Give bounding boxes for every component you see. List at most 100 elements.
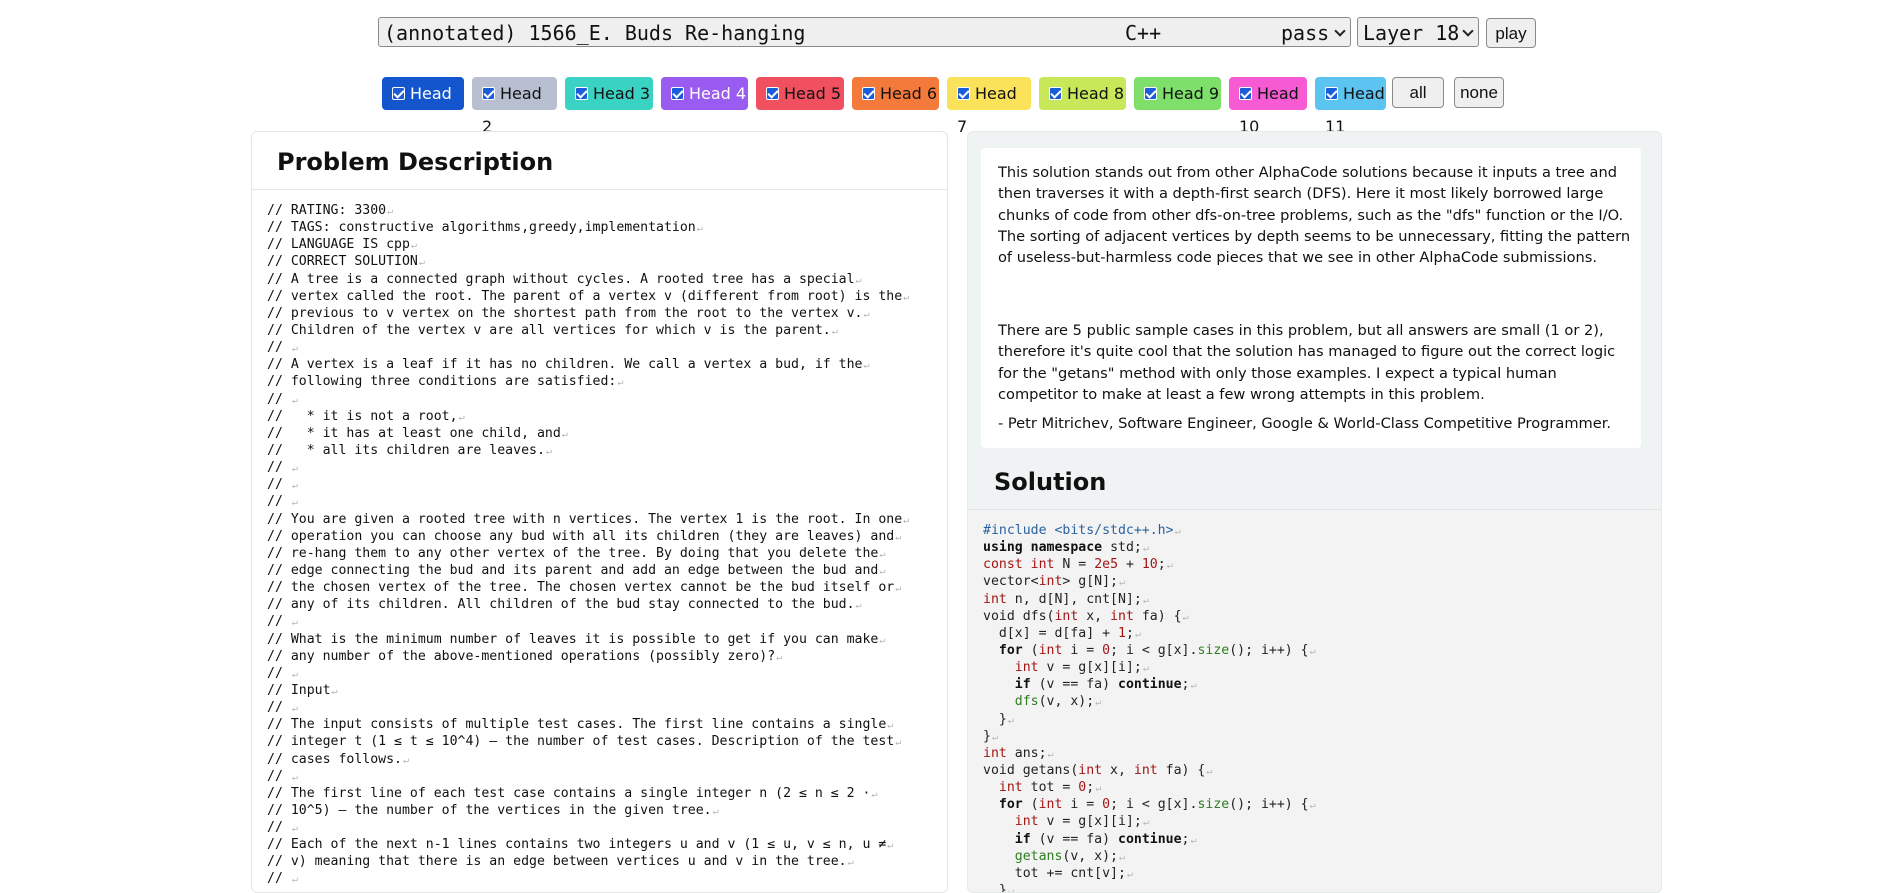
problem-line: // The first line of each test case cont… xyxy=(267,785,937,802)
commentary-signature: - Petr Mitrichev, Software Engineer, Goo… xyxy=(998,415,1612,432)
checkbox-checked-icon[interactable] xyxy=(671,87,684,100)
solution-heading: Solution xyxy=(994,468,1107,496)
problem-line: // any of its children. All children of … xyxy=(267,596,937,613)
select-no-heads-button[interactable]: none xyxy=(1454,77,1504,108)
head-toggle-10[interactable]: Head 10 xyxy=(1229,77,1307,136)
problem-line: // xyxy=(267,339,937,356)
problem-line: // LANGUAGE IS cpp xyxy=(267,236,937,253)
problem-line: // xyxy=(267,870,937,887)
problem-line: // xyxy=(267,459,937,476)
problem-status: pass xyxy=(1281,21,1330,45)
code-line: dfs(v, x); xyxy=(983,693,1316,710)
problem-line: // re-hang them to any other vertex of t… xyxy=(267,545,937,562)
problem-line: // xyxy=(267,699,937,716)
play-button[interactable]: play xyxy=(1486,18,1536,48)
head-toggle-label: Head 4 xyxy=(689,84,747,103)
problem-line: // operation you can choose any bud with… xyxy=(267,528,937,545)
head-toggle-4[interactable]: Head 4 xyxy=(661,77,748,110)
code-line: for (int i = 0; i < g[x].size(); i++) { xyxy=(983,796,1316,813)
problem-line: // CORRECT SOLUTION xyxy=(267,253,937,270)
code-line: void getans(int x, int fa) { xyxy=(983,762,1316,779)
problem-line: // xyxy=(267,665,937,682)
code-line: void dfs(int x, int fa) { xyxy=(983,608,1316,625)
code-line: getans(v, x); xyxy=(983,848,1316,865)
checkbox-checked-icon[interactable] xyxy=(766,87,779,100)
problem-line: // any number of the above-mentioned ope… xyxy=(267,648,937,665)
head-toggle-5[interactable]: Head 5 xyxy=(756,77,844,110)
commentary-box: This solution stands out from other Alph… xyxy=(981,148,1641,448)
code-line: tot += cnt[v]; xyxy=(983,865,1316,882)
code-line: } xyxy=(983,728,1316,745)
problem-line: // What is the minimum number of leaves … xyxy=(267,631,937,648)
problem-line: // xyxy=(267,476,937,493)
head-toggle-label: Head 9 xyxy=(1162,84,1220,103)
code-line: #include <bits/stdc++.h> xyxy=(983,522,1316,539)
solution-panel: This solution stands out from other Alph… xyxy=(967,131,1662,893)
checkbox-checked-icon[interactable] xyxy=(575,87,588,100)
layer-value: Layer 18 xyxy=(1363,21,1460,45)
checkbox-checked-icon[interactable] xyxy=(1325,87,1338,100)
commentary-paragraph: This solution stands out from other Alph… xyxy=(998,164,1631,267)
problem-line: // * it has at least one child, and xyxy=(267,425,937,442)
code-block: #include <bits/stdc++.h>using namespace … xyxy=(968,510,1661,892)
divider xyxy=(252,189,947,190)
problem-line: // xyxy=(267,613,937,630)
code-line: vector<int> g[N]; xyxy=(983,573,1316,590)
problem-line: // vertex called the root. The parent of… xyxy=(267,288,937,305)
checkbox-checked-icon[interactable] xyxy=(957,87,970,100)
chevron-down-icon xyxy=(1462,25,1474,37)
problem-line: // Each of the next n-1 lines contains t… xyxy=(267,836,937,853)
layer-select[interactable]: Layer 18 xyxy=(1357,17,1479,47)
problem-line: // xyxy=(267,493,937,510)
commentary-paragraph: There are 5 public sample cases in this … xyxy=(998,322,1616,403)
problem-line: // xyxy=(267,391,937,408)
problem-line: // cases follows. xyxy=(267,751,937,768)
problem-text: // RATING: 3300// TAGS: constructive alg… xyxy=(267,202,937,888)
checkbox-checked-icon[interactable] xyxy=(482,87,495,100)
problem-line: // TAGS: constructive algorithms,greedy,… xyxy=(267,219,937,236)
code-line: int v = g[x][i]; xyxy=(983,813,1316,830)
problem-line: // A vertex is a leaf if it has no child… xyxy=(267,356,937,373)
code-line: } xyxy=(983,882,1316,892)
checkbox-checked-icon[interactable] xyxy=(1144,87,1157,100)
problem-select[interactable]: (annotated) 1566_E. Buds Re-hanging C++ … xyxy=(378,17,1351,47)
code-line: using namespace std; xyxy=(983,539,1316,556)
code-line: } xyxy=(983,711,1316,728)
problem-line: // v) meaning that there is an edge betw… xyxy=(267,853,937,870)
code-line: if (v == fa) continue; xyxy=(983,831,1316,848)
problem-line: // the chosen vertex of the tree. The ch… xyxy=(267,579,937,596)
problem-line: // * all its children are leaves. xyxy=(267,442,937,459)
code-line: int n, d[N], cnt[N]; xyxy=(983,591,1316,608)
head-toggle-2[interactable]: Head 2 xyxy=(472,77,557,136)
head-toggle-11[interactable]: Head 11 xyxy=(1315,77,1386,136)
checkbox-checked-icon[interactable] xyxy=(1049,87,1062,100)
checkbox-checked-icon[interactable] xyxy=(1239,87,1252,100)
head-toggle-3[interactable]: Head 3 xyxy=(565,77,653,110)
select-all-heads-button[interactable]: all xyxy=(1392,77,1444,108)
problem-line: // RATING: 3300 xyxy=(267,202,937,219)
head-toggle-7[interactable]: Head 7 xyxy=(947,77,1031,136)
problem-language: C++ xyxy=(1125,21,1162,45)
problem-panel: Problem Description // RATING: 3300// TA… xyxy=(251,131,948,893)
head-toggle-label: Head 8 xyxy=(1067,84,1125,103)
code-line: int ans; xyxy=(983,745,1316,762)
checkbox-checked-icon[interactable] xyxy=(392,87,405,100)
head-toggle-9[interactable]: Head 9 xyxy=(1134,77,1221,110)
problem-line: // edge connecting the bud and its paren… xyxy=(267,562,937,579)
code-line: for (int i = 0; i < g[x].size(); i++) { xyxy=(983,642,1316,659)
head-toggle-label: Head 5 xyxy=(784,84,842,103)
problem-line: // xyxy=(267,768,937,785)
problem-heading: Problem Description xyxy=(277,148,554,176)
checkbox-checked-icon[interactable] xyxy=(862,87,875,100)
problem-title: (annotated) 1566_E. Buds Re-hanging xyxy=(384,21,806,45)
head-toggle-8[interactable]: Head 8 xyxy=(1039,77,1126,110)
code-line: int tot = 0; xyxy=(983,779,1316,796)
head-toggle-1[interactable]: Head 1 xyxy=(382,77,464,136)
problem-line: // Children of the vertex v are all vert… xyxy=(267,322,937,339)
problem-line: // You are given a rooted tree with n ve… xyxy=(267,511,937,528)
head-toggle-6[interactable]: Head 6 xyxy=(852,77,939,110)
problem-line: // previous to v vertex on the shortest … xyxy=(267,305,937,322)
solution-code: #include <bits/stdc++.h>using namespace … xyxy=(983,522,1316,892)
problem-line: // xyxy=(267,819,937,836)
problem-line: // Input xyxy=(267,682,937,699)
